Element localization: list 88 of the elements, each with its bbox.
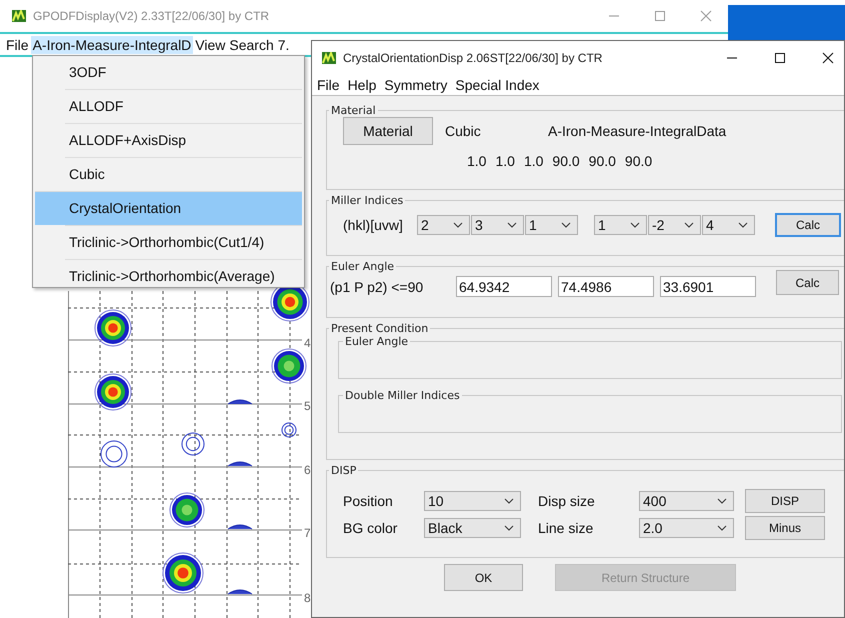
window-title: GPODFDisplay(V2) 2.33T[22/06/30] by CTR: [33, 9, 270, 23]
field-label: BG color: [343, 520, 398, 536]
menu-item[interactable]: ALLODF+AxisDisp: [65, 123, 302, 157]
group-label: Material: [330, 104, 377, 117]
group-label: Miller Indices: [330, 194, 404, 207]
menu-item[interactable]: File: [4, 36, 31, 54]
lattice-value: 1.0: [495, 153, 515, 169]
option-dropdown[interactable]: 400: [639, 490, 734, 510]
index-dropdown[interactable]: -2: [648, 215, 701, 235]
chevron-icon: [504, 498, 514, 504]
contour-ring: [100, 440, 128, 468]
menu-item[interactable]: Special Index: [455, 77, 540, 93]
menu-item[interactable]: Triclinic->Orthorhombic(Cut1/4): [65, 225, 302, 259]
menu-item[interactable]: Help: [348, 77, 376, 93]
contour-spot: [94, 374, 132, 410]
axis-label: 4: [304, 336, 311, 350]
angle-field[interactable]: 33.6901: [660, 276, 756, 297]
contour-arc: [228, 590, 252, 594]
axis-label: 6: [304, 463, 311, 477]
contour-ring: [282, 422, 296, 438]
menu-item[interactable]: Triclinic->Orthorhombic(Average): [65, 259, 302, 293]
chevron-icon: [717, 524, 727, 530]
index-dropdown[interactable]: 1: [594, 215, 647, 235]
field-label: Position: [343, 492, 394, 508]
lattice-value: 90.0: [552, 153, 580, 169]
lattice-value: 1.0: [467, 153, 486, 169]
axis-label: 5: [304, 399, 311, 413]
chevron-icon: [453, 222, 463, 228]
chart-icon: [12, 10, 26, 22]
contour-arc: [228, 524, 252, 530]
window-title: CrystalOrientationDisp 2.06ST[22/06/30] by CTR: [343, 51, 602, 65]
group-label: Euler Angle: [330, 260, 396, 273]
angle-field[interactable]: 74.4986: [558, 276, 654, 297]
group-label: Euler Angle: [344, 335, 410, 348]
chart-icon: [322, 52, 336, 64]
option-dropdown[interactable]: 2.0: [639, 518, 734, 538]
chevron-icon: [507, 222, 517, 228]
material-button[interactable]: Material: [343, 117, 433, 145]
contour-spot: [162, 552, 204, 594]
dialog-button[interactable]: OK: [444, 564, 523, 591]
field-label: Line size: [538, 520, 594, 536]
menu-item[interactable]: ALLODF: [65, 89, 302, 123]
menu-item[interactable]: Search: [227, 36, 276, 54]
menu-item[interactable]: 7.: [276, 36, 292, 54]
chevron-icon: [717, 498, 727, 504]
lattice-value: 90.0: [624, 153, 652, 169]
group-label: DISP: [330, 464, 358, 477]
axis-label: 7: [304, 526, 311, 540]
maximize-icon[interactable]: [774, 52, 786, 64]
index-dropdown[interactable]: 2: [417, 215, 470, 235]
field-label: (hkl)[uvw]: [343, 217, 404, 233]
group-label: Present Condition: [330, 322, 430, 335]
calc-button[interactable]: Calc: [776, 270, 839, 295]
menu-item[interactable]: File: [317, 77, 340, 93]
field-label: (p1 P p2) <=90: [330, 278, 424, 294]
chevron-icon: [630, 222, 640, 228]
menu-item[interactable]: 3ODF: [35, 56, 302, 89]
chevron-icon: [504, 524, 514, 530]
option-dropdown[interactable]: Black: [424, 518, 521, 538]
material-name: A-Iron-Measure-IntegralData: [548, 123, 726, 139]
menu-item[interactable]: View: [193, 36, 228, 54]
contour-spot: [272, 348, 306, 384]
group-label: Double Miller Indices: [344, 389, 461, 402]
close-icon[interactable]: [822, 52, 834, 64]
display-button[interactable]: DISP: [745, 488, 825, 512]
option-dropdown[interactable]: 10: [424, 490, 521, 510]
crystal-system-label: Cubic: [445, 123, 482, 139]
contour-spot: [170, 492, 204, 528]
index-dropdown[interactable]: 1: [525, 215, 578, 235]
lattice-value: 1.0: [524, 153, 544, 169]
contour-spot: [94, 310, 132, 346]
minus-button[interactable]: Minus: [745, 516, 825, 540]
contour-arc: [228, 462, 252, 466]
lattice-value: 90.0: [588, 153, 616, 169]
index-dropdown[interactable]: 3: [471, 215, 524, 235]
chevron-icon: [738, 222, 748, 228]
chevron-icon: [561, 222, 571, 228]
axis-label: 8: [304, 591, 311, 605]
angle-field[interactable]: 64.9342: [456, 276, 552, 297]
menu-item[interactable]: A-Iron-Measure-IntegralD: [30, 36, 194, 54]
contour-arc: [228, 400, 252, 404]
field-label: Disp size: [538, 492, 596, 508]
menu-item[interactable]: Symmetry: [384, 77, 448, 93]
menu-item[interactable]: CrystalOrientation: [35, 191, 302, 225]
index-dropdown[interactable]: 4: [702, 215, 755, 235]
calc-button[interactable]: Calc: [775, 213, 841, 237]
chevron-icon: [684, 222, 694, 228]
contour-ring: [182, 432, 204, 456]
